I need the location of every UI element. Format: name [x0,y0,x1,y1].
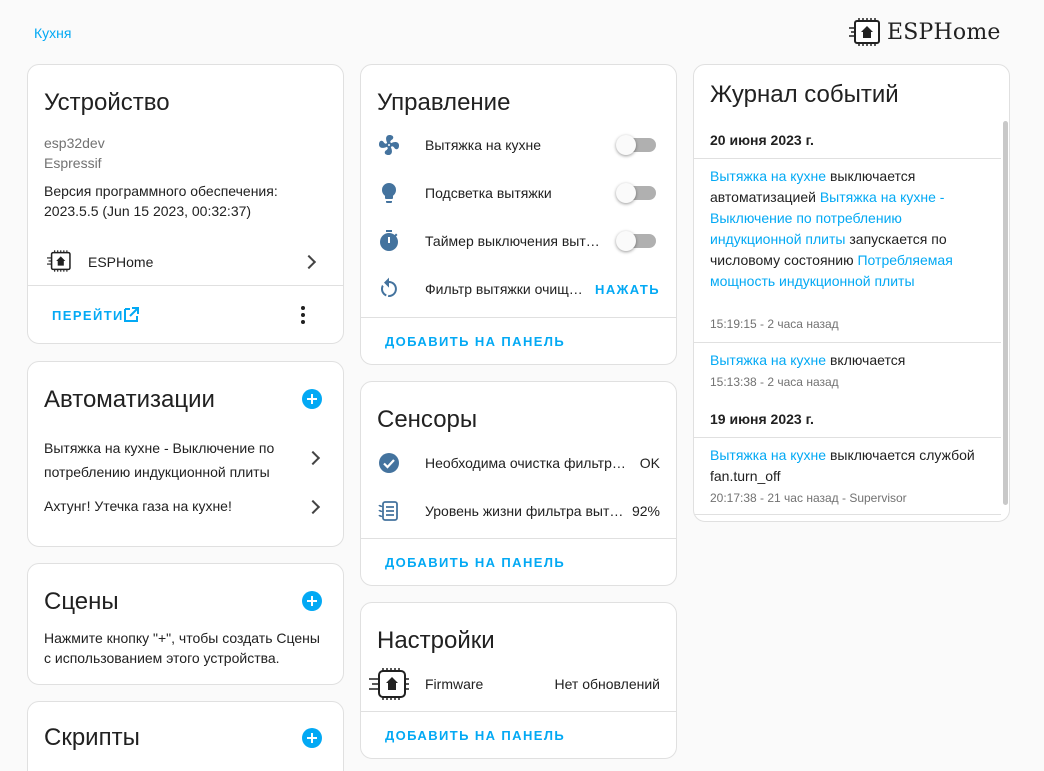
entity-label: Подсветка вытяжки [425,185,552,201]
entity-state: 92% [631,503,660,519]
scripts-card-title: Скрипты [44,724,140,751]
entity-row-light[interactable]: Подсветка вытяжки [361,169,676,217]
automation-item-label: Ахтунг! Утечка газа на кухне! [44,498,232,514]
add-script-icon[interactable] [302,728,322,748]
logbook-entry: Вытяжка на кухне выключается автоматизац… [710,166,989,292]
esphome-chip-icon [369,668,409,700]
entity-label: Таймер выключения выт… [425,233,600,249]
check-circle-icon [377,451,401,475]
automation-item[interactable]: Вытяжка на кухне - Выключение по потребл… [44,434,327,480]
device-model: esp32dev [44,135,105,151]
air-filter-icon [377,499,401,523]
automation-item[interactable]: Ахтунг! Утечка газа на кухне! [44,492,327,522]
automations-card-title: Автоматизации [44,386,215,413]
press-button[interactable]: НАЖАТЬ [595,282,660,297]
entity-state: OK [639,455,660,471]
entity-label: Уровень жизни фильтра выт… [425,503,624,519]
logbook-card-title: Журнал событий [710,81,899,108]
logbook-time: 15:13:38 - 2 часа назад [710,375,839,389]
device-card-title: Устройство [44,89,170,116]
esphome-integration-icon [47,250,71,272]
esphome-logo-icon [849,18,880,46]
scenes-card: Сцены Нажмите кнопку "+", чтобы создать … [27,563,344,685]
logbook-card: Журнал событий 20 июня 2023 г. Вытяжка н… [693,64,1010,522]
scripts-card: Скрипты [27,701,344,771]
restart-icon [377,277,401,301]
chevron-right-icon [301,254,317,270]
add-to-dashboard-button[interactable]: ДОБАВИТЬ НА ПАНЕЛЬ [385,555,565,570]
controls-card-title: Управление [377,89,511,116]
timer-icon [377,229,401,253]
scenes-hint: Нажмите кнопку "+", чтобы создать Сцены … [44,630,320,666]
entity-label: Firmware [425,676,484,692]
add-automation-icon[interactable] [302,389,322,409]
entity-label: Необходима очистка фильтра… [425,455,633,471]
sensors-card-title: Сенсоры [377,406,478,433]
logbook-date-header: 20 июня 2023 г. [710,132,814,148]
entity-row-filter-life[interactable]: Уровень жизни фильтра выт… 92% [361,487,676,535]
timer-toggle-switch[interactable] [616,231,656,251]
esphome-brand: ESPHome [849,18,1001,46]
logbook-time: 15:19:15 - 2 часа назад [710,317,839,331]
configuration-card-title: Настройки [377,627,495,654]
entity-link[interactable]: Вытяжка на кухне [710,352,826,368]
scenes-card-title: Сцены [44,588,119,615]
automations-card: Автоматизации Вытяжка на кухне - Выключе… [27,361,344,547]
logbook-entry: Вытяжка на кухне выключается службой fan… [710,445,989,487]
automation-item-label: Вытяжка на кухне - Выключение по потребл… [44,440,275,480]
configuration-card: Настройки Firmware Нет обновлений ДОБАВИ… [360,602,677,759]
open-in-new-icon[interactable] [123,307,139,323]
firmware-version-label: Версия программного обеспечения: [44,183,278,199]
controls-card: Управление Вытяжка на кухне Подсветка вы… [360,64,677,365]
device-manufacturer: Espressif [44,155,102,171]
light-toggle-switch[interactable] [616,183,656,203]
logbook-divider [694,158,1001,159]
integration-row[interactable]: ESPHome [28,237,343,285]
logbook-time: 20:17:38 - 21 час назад - Supervisor [710,491,907,505]
add-scene-icon[interactable] [302,591,322,611]
integration-name: ESPHome [88,254,154,270]
breadcrumb-area-link[interactable]: Кухня [34,25,71,41]
configuration-card-divider [361,711,676,712]
logbook-divider [694,514,1001,515]
chevron-right-icon [305,450,321,466]
logbook-divider [694,437,1001,438]
controls-card-divider [361,317,676,318]
firmware-version-value: 2023.5.5 (Jun 15 2023, 00:32:37) [44,203,252,219]
entity-row-firmware[interactable]: Firmware Нет обновлений [361,660,676,708]
logbook-entry: Вытяжка на кухне включается [710,350,989,371]
entity-state: Нет обновлений [554,676,661,692]
log-text: включается [826,352,906,368]
logbook-divider [694,342,1001,343]
visit-device-button[interactable]: ПЕРЕЙТИ [52,308,124,323]
entity-label: Фильтр вытяжки очищ… [425,281,583,297]
chevron-right-icon [305,499,321,515]
lightbulb-icon [377,181,401,205]
entity-row-filter-reset[interactable]: Фильтр вытяжки очищ… НАЖАТЬ [361,265,676,313]
add-to-dashboard-button[interactable]: ДОБАВИТЬ НА ПАНЕЛЬ [385,334,565,349]
fan-toggle-switch[interactable] [616,135,656,155]
logbook-scrollbar[interactable] [1003,121,1008,505]
entity-label: Вытяжка на кухне [425,137,542,153]
add-to-dashboard-button[interactable]: ДОБАВИТЬ НА ПАНЕЛЬ [385,728,565,743]
device-card-divider [28,285,343,286]
logbook-date-header: 19 июня 2023 г. [710,411,814,427]
fan-icon [377,133,401,157]
brand-name: ESPHome [887,19,1001,45]
entity-row-filter-needed[interactable]: Необходима очистка фильтра… OK [361,439,676,487]
entity-row-fan[interactable]: Вытяжка на кухне [361,121,676,169]
device-info-card: Устройство esp32dev Espressif Версия про… [27,64,344,344]
entity-row-timer[interactable]: Таймер выключения выт… [361,217,676,265]
entity-link[interactable]: Вытяжка на кухне [710,168,826,184]
more-options-icon[interactable] [300,305,306,325]
sensors-card-divider [361,538,676,539]
entity-link[interactable]: Вытяжка на кухне [710,447,826,463]
sensors-card: Сенсоры Необходима очистка фильтра… OK У… [360,381,677,586]
